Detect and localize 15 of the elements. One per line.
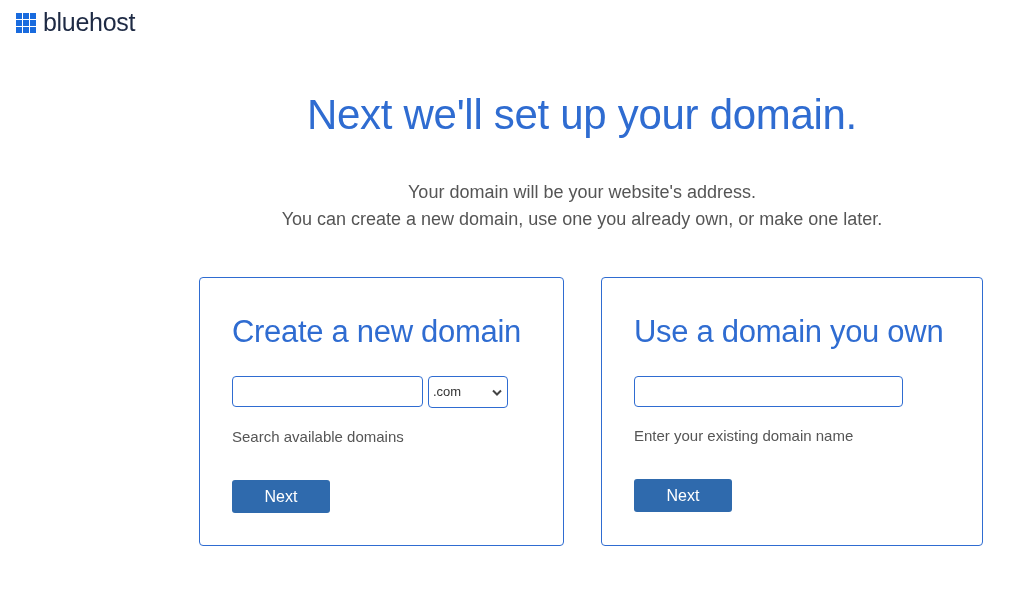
field-hint: Enter your existing domain name xyxy=(634,427,855,445)
intro-text: You can create a new domain, use one you already own, or make one later. xyxy=(281,208,883,230)
card-title: Use a domain you own xyxy=(634,313,945,351)
tld-dropdown[interactable]: .com xyxy=(428,376,508,408)
chevron-down-icon xyxy=(492,388,502,396)
logo-text: bluehost xyxy=(43,10,136,35)
domain-input[interactable] xyxy=(634,376,903,407)
next-button[interactable]: Next xyxy=(634,479,732,512)
page-heading: Next we'll set up your domain. xyxy=(307,90,857,140)
intro-text: Your domain will be your website's address. xyxy=(408,181,756,203)
next-button[interactable]: Next xyxy=(232,480,330,513)
field-hint: Search available domains xyxy=(232,428,405,446)
domain-input[interactable] xyxy=(232,376,423,407)
logo-grid-icon xyxy=(16,12,36,33)
card-title: Create a new domain xyxy=(232,313,522,351)
